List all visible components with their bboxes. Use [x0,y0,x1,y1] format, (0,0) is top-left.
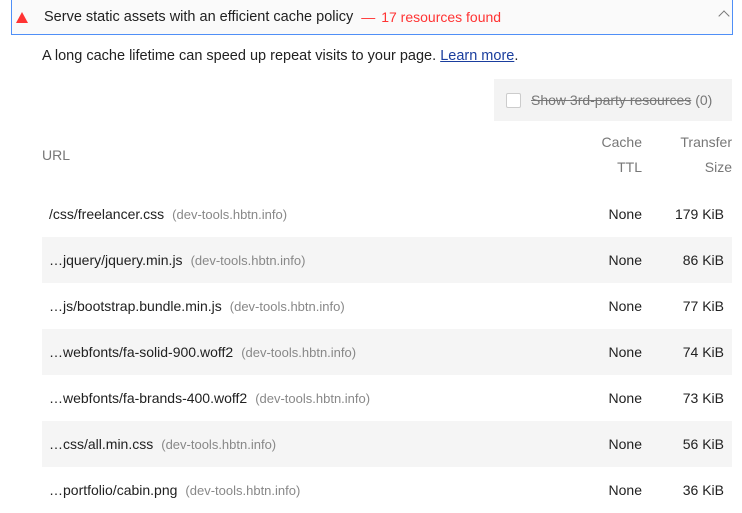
audit-description: A long cache lifetime can speed up repea… [42,48,518,64]
table-row: …webfonts/fa-solid-900.woff2 (dev-tools.h… [42,329,732,375]
url-host: (dev-tools.hbtn.info) [161,437,277,452]
resource-url[interactable]: …portfolio/cabin.png (dev-tools.hbtn.info… [49,482,300,498]
header-ttl-line1: Cache [601,134,642,150]
cache-ttl: None [608,298,642,314]
description-text: A long cache lifetime can speed up repea… [42,48,441,64]
resource-url[interactable]: …webfonts/fa-brands-400.woff2 (dev-tools.… [49,390,370,406]
header-transfer-size: Transfer Size [680,130,732,180]
resource-url[interactable]: …js/bootstrap.bundle.min.js (dev-tools.hb… [49,298,345,314]
url-path: …css/all.min.css [49,436,154,452]
separator: — [361,9,376,25]
audit-header[interactable]: Serve static assets with an efficient ca… [11,0,733,35]
filter-label: Show 3rd-party resources [531,92,692,108]
learn-more-link[interactable]: Learn more [440,48,514,64]
cache-ttl: None [608,206,642,222]
transfer-size: 179 KiB [674,206,724,222]
header-size-line1: Transfer [680,134,732,150]
description-period: . [514,48,519,64]
audit-title: Serve static assets with an efficient ca… [44,9,354,25]
cache-ttl: None [608,252,642,268]
url-path: /css/freelancer.css [49,206,165,222]
table-row: …webfonts/fa-brands-400.woff2 (dev-tools.… [42,375,732,421]
transfer-size: 77 KiB [682,298,724,314]
header-cache-ttl: Cache TTL [602,130,642,180]
third-party-filter[interactable]: Show 3rd-party resources (0) [494,79,732,121]
url-host: (dev-tools.hbtn.info) [185,483,301,498]
url-host: (dev-tools.hbtn.info) [241,345,357,360]
url-host: (dev-tools.hbtn.info) [172,207,288,222]
table-row: …css/all.min.css (dev-tools.hbtn.info) Non… [42,421,732,467]
url-path: …portfolio/cabin.png [49,482,178,498]
cache-ttl: None [608,344,642,360]
third-party-checkbox[interactable] [506,92,521,108]
transfer-size: 36 KiB [682,482,724,498]
url-path: …webfonts/fa-solid-900.woff2 [49,344,234,360]
url-path: …jquery/jquery.min.js [49,252,183,268]
header-ttl-line2: TTL [617,159,642,175]
cache-ttl: None [608,482,642,498]
url-path: …webfonts/fa-brands-400.woff2 [49,390,248,406]
header-url: URL [42,147,71,163]
url-host: (dev-tools.hbtn.info) [229,299,345,314]
cache-ttl: None [608,436,642,452]
transfer-size: 74 KiB [682,344,724,360]
filter-count: (0) [695,92,713,108]
resource-url[interactable]: …css/all.min.css (dev-tools.hbtn.info) [49,436,276,452]
transfer-size: 86 KiB [682,252,724,268]
resource-url[interactable]: /css/freelancer.css (dev-tools.hbtn.info) [49,206,287,222]
url-path: …js/bootstrap.bundle.min.js [49,298,222,314]
resource-url[interactable]: …webfonts/fa-solid-900.woff2 (dev-tools.h… [49,344,356,360]
resource-url[interactable]: …jquery/jquery.min.js (dev-tools.hbtn.inf… [49,252,305,268]
table-row: /css/freelancer.css (dev-tools.hbtn.info)… [42,191,732,237]
transfer-size: 56 KiB [682,436,724,452]
warning-triangle-icon [16,11,28,23]
url-host: (dev-tools.hbtn.info) [255,391,371,406]
table-row: …jquery/jquery.min.js (dev-tools.hbtn.inf… [42,237,732,283]
header-size-line2: Size [704,159,732,175]
url-host: (dev-tools.hbtn.info) [190,253,306,268]
cache-ttl: None [608,390,642,406]
table-row: …js/bootstrap.bundle.min.js (dev-tools.hb… [42,283,732,329]
audit-summary: 17 resources found [381,9,502,25]
chevron-up-icon[interactable] [718,10,730,22]
table-row: …portfolio/cabin.png (dev-tools.hbtn.info… [42,467,732,513]
transfer-size: 73 KiB [682,390,724,406]
